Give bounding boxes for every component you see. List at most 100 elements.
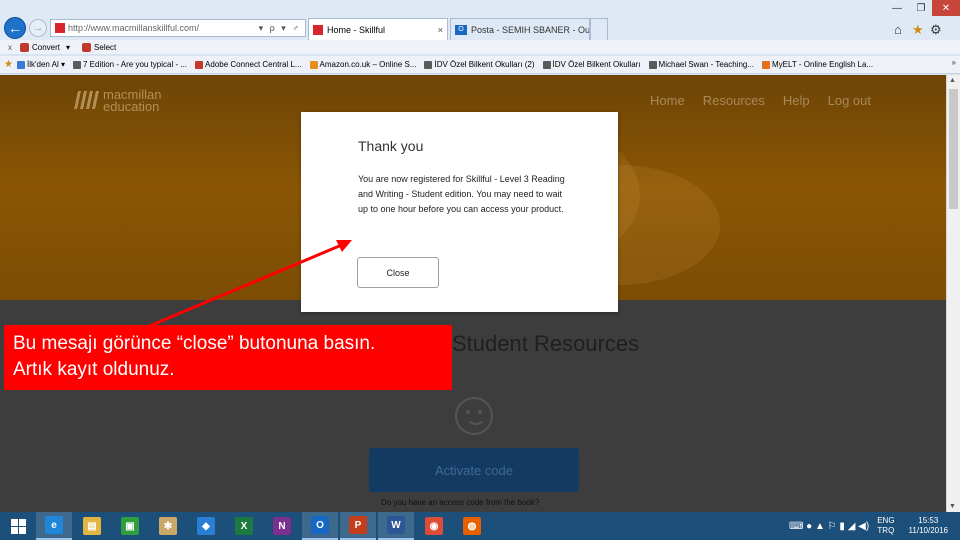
access-code-question[interactable]: Do you have an access code from the book… [381,498,539,507]
maximize-button[interactable]: ❐ [910,0,932,16]
back-arrow-icon: ← [8,20,22,36]
favorite-link[interactable]: İDV Özel Bilkent Okulları (2) [424,60,535,69]
modal-close-button[interactable]: Close [357,257,439,288]
site-favicon [55,23,65,33]
forward-arrow-icon: → [32,22,44,34]
lang-bottom: TRQ [877,526,895,535]
tab-home-skillful[interactable]: Home - Skillful × [308,18,448,40]
favorite-label: 7 Edition - Are you typical - ... [82,60,188,69]
select-label: Select [94,42,117,52]
clock[interactable]: 15:53 11/10/2016 [909,516,948,536]
nav-resources[interactable]: Resources [703,93,765,108]
favorite-link[interactable]: Michael Swan - Teaching... [648,60,755,69]
chevron-down-icon: ▾ [66,42,71,52]
taskbar-app-excel[interactable]: X [226,512,262,540]
back-button[interactable]: ← [4,17,26,39]
taskbar-app-dropbox[interactable]: ◆ [188,512,224,540]
word-icon: W [387,516,405,534]
favorite-label: İlk'den Al ▾ [26,60,65,69]
taskbar-app-store[interactable]: ▣ [112,512,148,540]
scroll-down-icon[interactable]: ▼ [949,503,956,510]
favorite-label: İDV Özel Bilkent Okulları [552,60,641,69]
start-button[interactable] [0,512,36,540]
windows-logo-icon [10,518,26,534]
favorite-link[interactable]: 7 Edition - Are you typical - ... [72,60,188,69]
onenote-icon: N [273,517,291,535]
convert-button[interactable]: Convert ▾ [20,42,71,52]
page-heading: Student Resources [452,331,640,356]
clock-date: 11/10/2016 [908,526,948,535]
new-tab-button[interactable] [590,18,608,40]
home-icon[interactable]: ⌂ [894,22,902,37]
taskbar-app-ie[interactable]: e [36,512,72,540]
minimize-button[interactable]: — [884,0,910,16]
windows-taskbar: e ▤ ▣ ✱ ◆ X N O P W ◉ ◍ ⌨ ● ▲ ⚐ ▮ ◢ ◀) ENG TRQ 15:5… [0,512,960,540]
favorite-label: MyELT - Online English La... [772,60,874,69]
thank-you-modal: Thank you You are now registered for Ski… [301,112,618,312]
favorite-link[interactable]: İDV Özel Bilkent Okulları [542,60,641,69]
tab-label: Home - Skillful [327,24,386,35]
dropbox-icon: ◆ [197,517,215,535]
favorite-link[interactable]: Amazon.co.uk – Online S... [309,60,417,69]
taskbar-app-powerpoint[interactable]: P [340,512,376,540]
scroll-up-icon[interactable]: ▲ [949,77,956,84]
language-indicator[interactable]: ENG TRQ [877,516,894,536]
top-navigation: Home Resources Help Log out [650,93,871,108]
smiley-icon [455,397,493,435]
favorites-more-icon[interactable]: » [952,58,956,67]
select-button[interactable]: Select [82,42,117,52]
taskbar-app-onenote[interactable]: N [264,512,300,540]
favorite-label: Michael Swan - Teaching... [658,60,755,69]
tray-icons[interactable]: ⌨ ● ▲ ⚐ ▮ ◢ ◀) [789,521,869,532]
taskbar-app-firefox[interactable]: ◍ [454,512,490,540]
favorite-link[interactable]: MyELT - Online English La... [762,60,873,69]
favicon [542,60,551,69]
macmillan-logo-icon [74,91,100,109]
taskbar-app-explorer[interactable]: ▤ [74,512,110,540]
convert-label: Convert [32,42,61,52]
favorites-star-icon[interactable]: ★ [912,22,924,38]
ie-icon: e [45,516,63,534]
browser-titlebar: ← → http://www.macmillanskillful.com/ ▾ … [0,0,960,40]
gear-icon[interactable]: ⚙ [930,22,942,38]
tab-close-icon[interactable]: × [438,25,443,35]
macmillan-logo[interactable]: macmillan education [74,88,162,113]
nav-logout[interactable]: Log out [828,93,871,108]
address-bar[interactable]: http://www.macmillanskillful.com/ ▾ ρ ▾ … [50,19,306,37]
explorer-icon: ▤ [83,517,101,535]
activate-code-button[interactable]: Activate code [369,448,579,492]
command-bar-close-icon[interactable]: x [8,43,12,52]
callout-line2: Artık kayıt oldunuz. [13,359,175,380]
nav-home[interactable]: Home [650,93,685,108]
scrollbar-thumb[interactable] [949,89,958,209]
favorite-label: İDV Özel Bilkent Okulları (2) [434,60,535,69]
taskbar-app-chrome[interactable]: ◉ [416,512,452,540]
taskbar-app-word[interactable]: W [378,512,414,540]
favorite-link[interactable]: İlk'den Al ▾ [16,60,65,69]
callout-line1: Bu mesajı görünce “close” butonuna basın… [13,333,376,354]
taskbar-app-outlook[interactable]: O [302,512,338,540]
window-close-button[interactable]: ✕ [932,0,960,16]
modal-title: Thank you [358,138,424,154]
favorite-link[interactable]: Adobe Connect Central L... [195,60,302,69]
favicon [424,60,433,69]
clock-time: 15:53 [918,516,939,525]
favorite-label: Amazon.co.uk – Online S... [319,60,417,69]
address-controls[interactable]: ▾ ρ ▾ ♂ [259,23,301,34]
taskbar-app-paint[interactable]: ✱ [150,512,186,540]
taskbar-apps: e ▤ ▣ ✱ ◆ X N O P W ◉ ◍ [36,512,492,540]
favicon [16,60,25,69]
outlook-favicon: O [455,24,467,35]
nav-help[interactable]: Help [783,93,810,108]
favorites-bar: ★ İlk'den Al ▾ 7 Edition - Are you typic… [0,56,960,74]
tab-label: Posta - SEMIH SBANER - Outl... [471,24,590,35]
favicon [648,60,657,69]
paint-icon: ✱ [159,517,177,535]
page-scrollbar[interactable]: ▲ ▼ [946,75,960,512]
excel-icon: X [235,517,253,535]
favicon [195,60,204,69]
instruction-callout: Bu mesajı görünce “close” butonuna basın… [4,325,452,390]
forward-button[interactable]: → [29,19,47,37]
tab-outlook-posta[interactable]: O Posta - SEMIH SBANER - Outl... [450,18,590,40]
chrome-icon: ◉ [425,517,443,535]
